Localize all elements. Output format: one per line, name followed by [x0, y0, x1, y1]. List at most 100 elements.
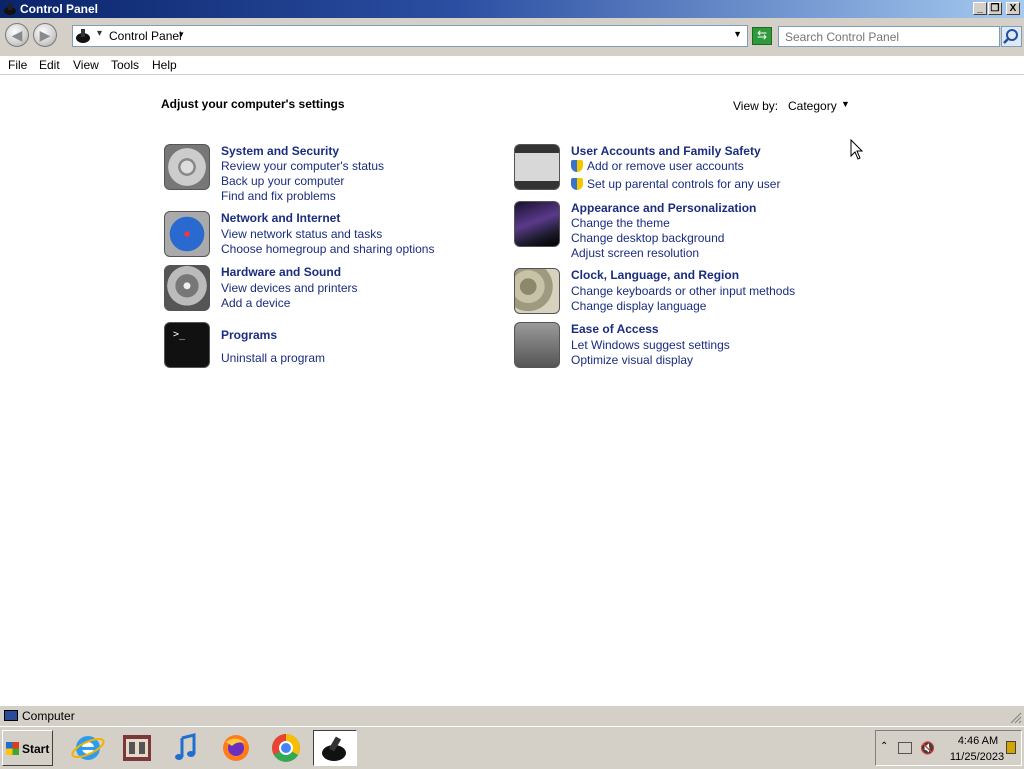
- itunes-icon: [175, 733, 196, 760]
- search-input[interactable]: [778, 26, 1000, 47]
- link-add-device[interactable]: Add a device: [221, 296, 290, 310]
- link-screen-resolution[interactable]: Adjust screen resolution: [571, 246, 699, 260]
- address-toolbar: ◀ ▶ ▾ Control Panel ▾ ▼ ⇆: [0, 18, 1024, 56]
- menu-edit[interactable]: Edit: [39, 58, 60, 72]
- category-title-ease-of-access[interactable]: Ease of Access: [571, 322, 659, 336]
- chrome-icon: [272, 734, 300, 762]
- link-suggest-settings[interactable]: Let Windows suggest settings: [571, 338, 730, 352]
- category-title-appearance[interactable]: Appearance and Personalization: [571, 201, 756, 215]
- uac-shield-icon: [571, 178, 583, 190]
- status-bar: Computer: [0, 705, 1024, 726]
- search-icon: [1003, 29, 1018, 44]
- link-change-theme[interactable]: Change the theme: [571, 216, 670, 230]
- category-title-system-security[interactable]: System and Security: [221, 144, 339, 158]
- breadcrumb-dropdown-icon[interactable]: ▾: [179, 29, 184, 40]
- window-title: Control Panel: [20, 2, 99, 16]
- computer-icon: [4, 710, 18, 721]
- category-ease-of-access: Ease of Access Let Windows suggest setti…: [514, 322, 814, 372]
- menu-file[interactable]: File: [8, 58, 27, 72]
- breadcrumb-control-panel[interactable]: Control Panel: [109, 29, 182, 43]
- link-add-remove-users[interactable]: Add or remove user accounts: [571, 159, 744, 173]
- clock-date[interactable]: 11/25/2023: [942, 751, 1012, 763]
- vault-icon[interactable]: [164, 144, 210, 190]
- resize-grip-icon[interactable]: [1010, 712, 1022, 724]
- menu-view[interactable]: View: [73, 58, 99, 72]
- view-by-label: View by:: [733, 99, 779, 113]
- category-title-user-accounts[interactable]: User Accounts and Family Safety: [571, 144, 761, 158]
- view-by-dropdown[interactable]: Category: [788, 99, 837, 113]
- control-panel-icon: [322, 736, 346, 761]
- link-keyboards[interactable]: Change keyboards or other input methods: [571, 284, 795, 298]
- forward-button[interactable]: ▶: [33, 23, 57, 47]
- dvd-drive-icon[interactable]: [164, 265, 210, 311]
- category-title-programs[interactable]: Programs: [221, 328, 277, 342]
- link-devices-printers[interactable]: View devices and printers: [221, 281, 358, 295]
- control-panel-app-icon: [4, 3, 16, 15]
- link-homegroup[interactable]: Choose homegroup and sharing options: [221, 242, 434, 256]
- taskbar-firefox[interactable]: [214, 730, 258, 766]
- address-history-dropdown-icon[interactable]: ▼: [733, 29, 742, 39]
- desktop-wallpaper-icon[interactable]: [514, 201, 560, 247]
- link-find-fix[interactable]: Find and fix problems: [221, 189, 336, 203]
- link-display-language[interactable]: Change display language: [571, 299, 706, 313]
- taskbar-control-panel[interactable]: [313, 730, 357, 766]
- link-add-remove-users-label: Add or remove user accounts: [587, 159, 744, 173]
- volume-muted-icon[interactable]: 🔇: [920, 741, 935, 755]
- link-network-status[interactable]: View network status and tasks: [221, 227, 382, 241]
- windows-logo-icon: [6, 742, 19, 755]
- people-icon[interactable]: [514, 322, 560, 368]
- category-title-hardware-sound[interactable]: Hardware and Sound: [221, 265, 341, 279]
- status-text: Computer: [22, 709, 75, 723]
- search-button[interactable]: [1001, 26, 1022, 47]
- authorized-badge-icon[interactable]: [514, 144, 560, 190]
- category-title-network-internet[interactable]: Network and Internet: [221, 211, 340, 225]
- category-title-clock-language[interactable]: Clock, Language, and Region: [571, 268, 739, 282]
- network-icon[interactable]: [898, 742, 912, 754]
- page-title: Adjust your computer's settings: [161, 97, 345, 111]
- category-programs: >_ Programs Uninstall a program: [164, 322, 464, 370]
- link-review-status[interactable]: Review your computer's status: [221, 159, 384, 173]
- link-desktop-background[interactable]: Change desktop background: [571, 231, 724, 245]
- refresh-button[interactable]: ⇆: [752, 27, 772, 45]
- forward-arrow-icon: ▶: [39, 27, 51, 43]
- back-arrow-icon: ◀: [11, 27, 23, 43]
- back-button[interactable]: ◀: [5, 23, 29, 47]
- title-bar: Control Panel _ ❐ X: [0, 0, 1024, 18]
- internet-explorer-icon: [71, 736, 105, 760]
- link-optimize-display[interactable]: Optimize visual display: [571, 353, 693, 367]
- terminal-icon[interactable]: >_: [164, 322, 210, 368]
- taskbar-internet-explorer[interactable]: [66, 730, 110, 766]
- compass-icon[interactable]: [164, 211, 210, 257]
- clock-time[interactable]: 4:46 AM: [948, 735, 1008, 747]
- action-center-flag-icon[interactable]: [1006, 741, 1016, 754]
- show-hidden-icons-chevron-icon[interactable]: ⌃: [880, 741, 888, 752]
- taskbar: Start ⌃ 🔇 4:46 AM 11/25/2023: [0, 726, 1024, 769]
- link-parental-controls-label: Set up parental controls for any user: [587, 177, 781, 191]
- firefox-icon: [223, 735, 249, 761]
- mouse-cursor-icon: [850, 139, 864, 160]
- minimize-button[interactable]: _: [973, 2, 987, 15]
- taskbar-itunes[interactable]: [164, 730, 208, 766]
- category-network-internet: Network and Internet View network status…: [164, 211, 464, 261]
- uac-shield-icon: [571, 160, 583, 172]
- breadcrumb-separator-icon[interactable]: ▾: [97, 28, 102, 39]
- refresh-icon: ⇆: [756, 28, 768, 42]
- taskbar-chrome[interactable]: [264, 730, 308, 766]
- link-uninstall[interactable]: Uninstall a program: [221, 351, 325, 365]
- control-panel-icon: [76, 29, 90, 43]
- start-button[interactable]: Start: [2, 730, 53, 766]
- film-reel-icon: [123, 735, 151, 761]
- taskbar-media-app[interactable]: [115, 730, 159, 766]
- category-hardware-sound: Hardware and Sound View devices and prin…: [164, 265, 464, 315]
- menu-bar: File Edit View Tools Help: [0, 56, 1024, 75]
- menu-tools[interactable]: Tools: [111, 58, 139, 72]
- world-map-icon[interactable]: [514, 268, 560, 314]
- link-back-up[interactable]: Back up your computer: [221, 174, 344, 188]
- category-clock-language: Clock, Language, and Region Change keybo…: [514, 268, 814, 318]
- link-parental-controls[interactable]: Set up parental controls for any user: [571, 177, 780, 191]
- close-button[interactable]: X: [1006, 2, 1020, 15]
- menu-help[interactable]: Help: [152, 58, 177, 72]
- address-bar[interactable]: ▾ Control Panel ▾ ▼: [72, 25, 748, 47]
- view-by-chevron-down-icon[interactable]: ▼: [841, 99, 850, 109]
- maximize-button[interactable]: ❐: [988, 2, 1002, 15]
